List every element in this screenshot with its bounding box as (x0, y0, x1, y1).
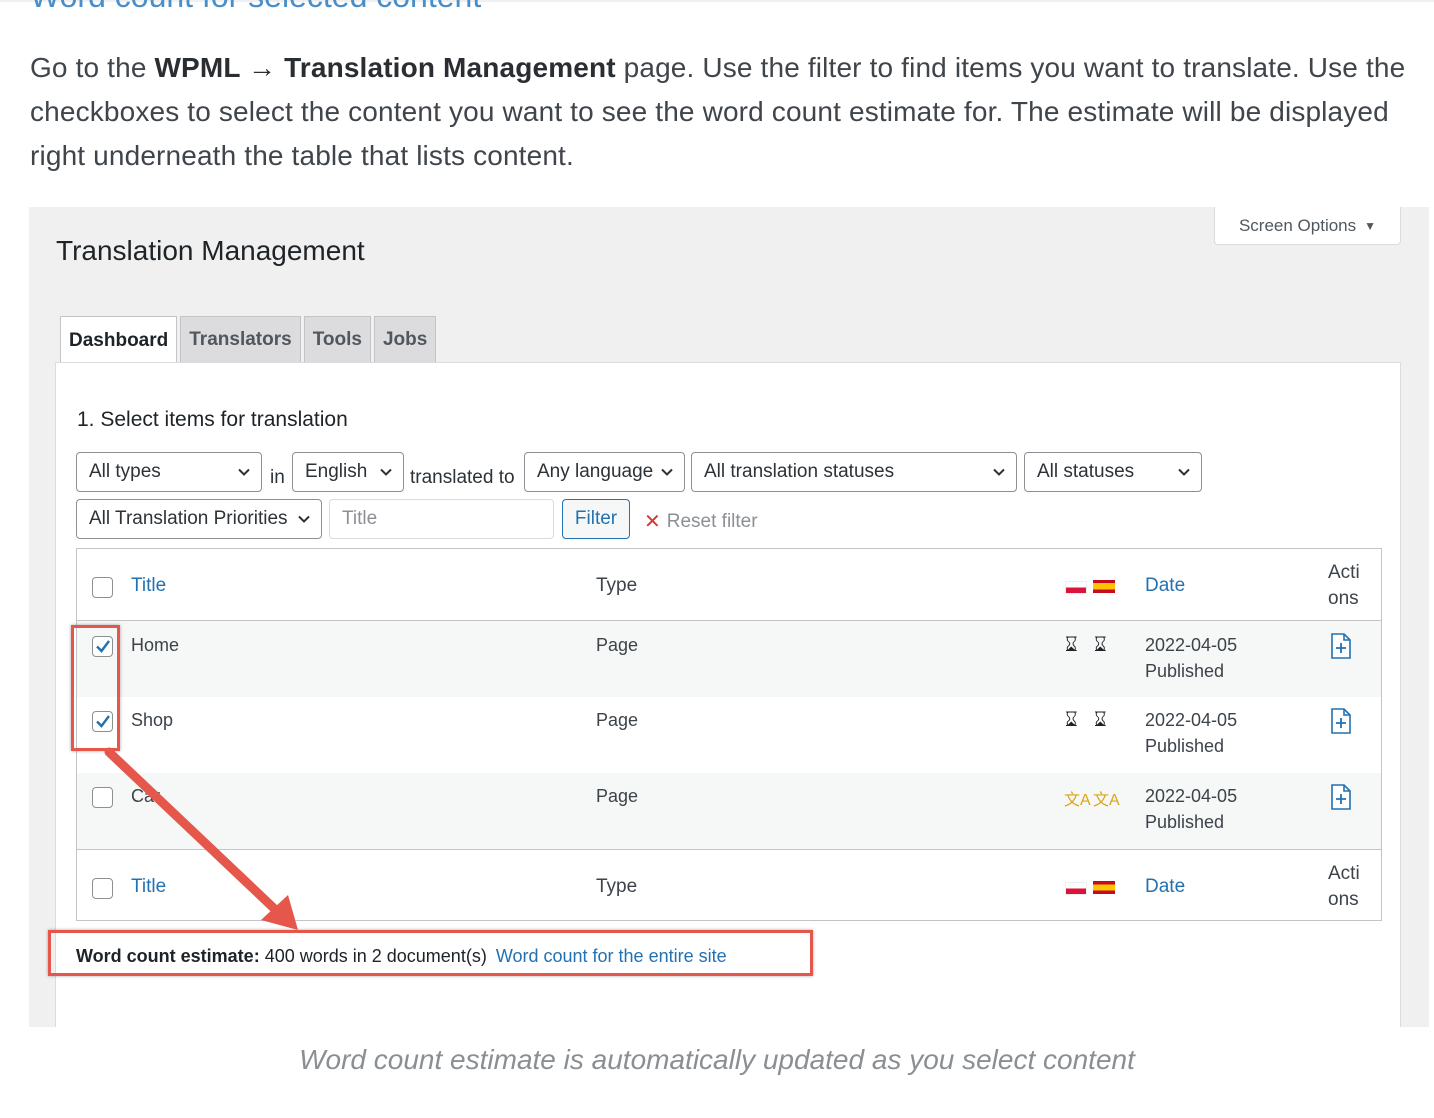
screenshot-panel: Screen Options ▼ Translation Management … (29, 207, 1429, 1027)
page: Word count for selected content Go to th… (0, 0, 1434, 1118)
annotation-arrow-icon (104, 747, 298, 930)
section-heading: Word count for selected content (30, 0, 481, 15)
intro-paragraph: Go to the WPML → Translation Management … (30, 46, 1410, 178)
intro-prefix: Go to the (30, 52, 155, 83)
figure-caption: Word count estimate is automatically upd… (299, 1044, 1135, 1075)
intro-bold-path: WPML → Translation Management (154, 52, 616, 83)
